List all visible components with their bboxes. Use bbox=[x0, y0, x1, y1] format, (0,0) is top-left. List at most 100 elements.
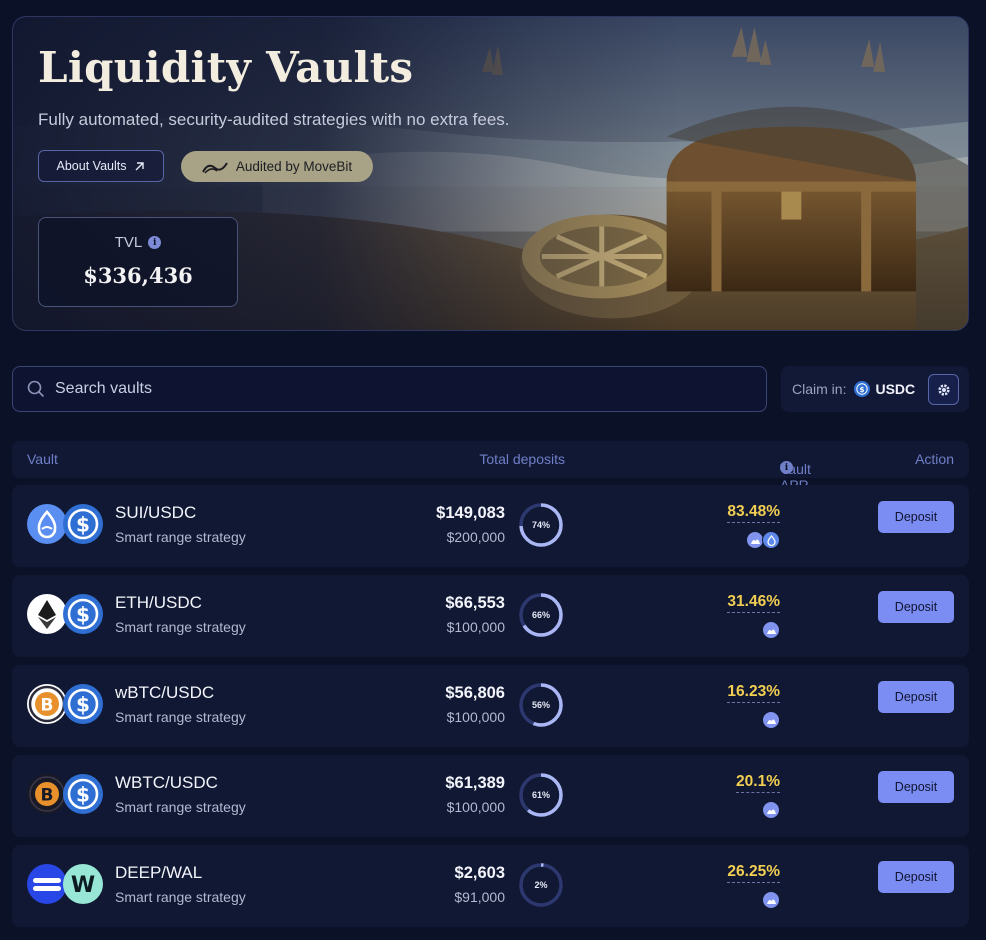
info-icon[interactable]: i bbox=[780, 461, 793, 474]
vault-strategy: Smart range strategy bbox=[115, 619, 246, 635]
gear-icon bbox=[937, 383, 950, 396]
page-subtitle: Fully automated, security-audited strate… bbox=[38, 110, 510, 129]
deposit-cap: $100,000 bbox=[446, 799, 505, 815]
header-action: Action bbox=[915, 451, 954, 467]
token-pair: W bbox=[27, 864, 107, 906]
vault-apr[interactable]: 26.25% bbox=[727, 863, 780, 883]
vault-name[interactable]: WBTC/USDC bbox=[115, 773, 218, 793]
page-title: Liquidity Vaults bbox=[38, 43, 414, 92]
cetus-icon bbox=[762, 711, 780, 729]
deposit-button[interactable]: Deposit bbox=[878, 501, 954, 533]
cetus-icon bbox=[762, 891, 780, 909]
deposit-cap: $200,000 bbox=[446, 529, 505, 545]
capacity-ring: 74% bbox=[517, 501, 565, 549]
claim-selector: Claim in: $ USDC bbox=[781, 366, 969, 412]
svg-text:$: $ bbox=[860, 385, 865, 394]
vault-apr[interactable]: 16.23% bbox=[727, 683, 780, 703]
vault-apr[interactable]: 83.48% bbox=[727, 503, 780, 523]
vault-name[interactable]: SUI/USDC bbox=[115, 503, 196, 523]
vault-name[interactable]: DEEP/WAL bbox=[115, 863, 202, 883]
svg-text:$: $ bbox=[76, 783, 90, 807]
movebit-logo-icon bbox=[201, 161, 228, 174]
svg-text:$: $ bbox=[76, 513, 90, 537]
eth-icon bbox=[27, 594, 67, 634]
deposit-cap: $91,000 bbox=[454, 889, 505, 905]
deposit-cap: $100,000 bbox=[446, 709, 505, 725]
sui-icon bbox=[762, 531, 780, 549]
deposit-button[interactable]: Deposit bbox=[878, 861, 954, 893]
reward-icons bbox=[746, 531, 780, 549]
vault-apr[interactable]: 20.1% bbox=[736, 773, 780, 793]
table-header: Vault Total deposits Vault APR i Action bbox=[12, 441, 969, 493]
header-total-deposits[interactable]: Total deposits bbox=[479, 451, 565, 467]
token-pair: B $ bbox=[27, 774, 107, 816]
vault-apr[interactable]: 31.46% bbox=[727, 593, 780, 613]
token-pair: $ bbox=[27, 504, 107, 546]
wbtc-icon: B bbox=[27, 684, 67, 724]
info-icon[interactable]: i bbox=[148, 236, 162, 249]
reward-icons bbox=[762, 891, 780, 909]
reward-icons bbox=[762, 711, 780, 729]
claim-label: Claim in: bbox=[792, 381, 847, 397]
arrow-up-right-icon bbox=[135, 161, 145, 170]
cetus-icon bbox=[762, 801, 780, 819]
claim-token[interactable]: $ USDC bbox=[854, 381, 915, 397]
capacity-ring: 61% bbox=[517, 771, 565, 819]
table-row[interactable]: $ SUI/USDC Smart range strategy $149,083… bbox=[12, 485, 969, 567]
deposit-cap: $100,000 bbox=[446, 619, 505, 635]
tvl-value: $336,436 bbox=[83, 263, 193, 288]
capacity-ring: 66% bbox=[517, 591, 565, 639]
vault-name[interactable]: wBTC/USDC bbox=[115, 683, 214, 703]
svg-text:$: $ bbox=[76, 693, 90, 717]
about-vaults-button[interactable]: About Vaults bbox=[38, 150, 164, 182]
svg-text:B: B bbox=[41, 786, 54, 806]
capacity-percent: 56% bbox=[531, 700, 550, 710]
vault-name[interactable]: ETH/USDC bbox=[115, 593, 202, 613]
deposit-button[interactable]: Deposit bbox=[878, 681, 954, 713]
search-input[interactable] bbox=[55, 380, 735, 398]
vault-strategy: Smart range strategy bbox=[115, 529, 246, 545]
token-pair: B $ bbox=[27, 684, 107, 726]
capacity-percent: 66% bbox=[531, 610, 550, 620]
about-vaults-label: About Vaults bbox=[56, 159, 127, 173]
search-icon bbox=[27, 380, 45, 398]
table-row[interactable]: B $ WBTC/USDC Smart range strategy $61,3… bbox=[12, 755, 969, 837]
capacity-percent: 74% bbox=[531, 520, 550, 530]
deposit-button[interactable]: Deposit bbox=[878, 771, 954, 803]
capacity-percent: 2% bbox=[534, 880, 548, 890]
settings-button[interactable] bbox=[928, 374, 959, 405]
cetus-icon bbox=[762, 621, 780, 639]
svg-text:W: W bbox=[71, 873, 95, 898]
capacity-percent: 61% bbox=[531, 790, 550, 800]
vault-strategy: Smart range strategy bbox=[115, 889, 246, 905]
header-vault: Vault bbox=[27, 451, 58, 467]
table-row[interactable]: B $ wBTC/USDC Smart range strategy $56,8… bbox=[12, 665, 969, 747]
usdc-icon: $ bbox=[63, 504, 103, 544]
token-pair: $ bbox=[27, 594, 107, 636]
capacity-ring: 2% bbox=[517, 861, 565, 909]
wal-icon: W bbox=[63, 864, 103, 904]
usdc-icon: $ bbox=[63, 684, 103, 724]
svg-text:$: $ bbox=[76, 603, 90, 627]
total-deposits: $149,083 bbox=[436, 504, 505, 522]
capacity-ring: 56% bbox=[517, 681, 565, 729]
search-bar[interactable] bbox=[12, 366, 767, 412]
table-row[interactable]: W DEEP/WAL Smart range strategy $2,603 $… bbox=[12, 845, 969, 927]
table-row[interactable]: $ ETH/USDC Smart range strategy $66,553 … bbox=[12, 575, 969, 657]
usdc-icon: $ bbox=[854, 381, 871, 397]
reward-icons bbox=[762, 801, 780, 819]
tvl-card: TVL i $336,436 bbox=[38, 217, 238, 307]
reward-icons bbox=[762, 621, 780, 639]
vault-strategy: Smart range strategy bbox=[115, 799, 246, 815]
total-deposits: $66,553 bbox=[445, 594, 505, 612]
total-deposits: $2,603 bbox=[454, 864, 505, 882]
audit-badge-label: Audited by MoveBit bbox=[235, 159, 353, 174]
audit-badge[interactable]: Audited by MoveBit bbox=[181, 151, 373, 182]
total-deposits: $61,389 bbox=[445, 774, 505, 792]
vault-strategy: Smart range strategy bbox=[115, 709, 246, 725]
deposit-button[interactable]: Deposit bbox=[878, 591, 954, 623]
usdc-icon: $ bbox=[63, 594, 103, 634]
btc-dark-icon: B bbox=[27, 774, 67, 814]
deep-icon bbox=[27, 864, 67, 904]
svg-text:B: B bbox=[41, 696, 54, 716]
